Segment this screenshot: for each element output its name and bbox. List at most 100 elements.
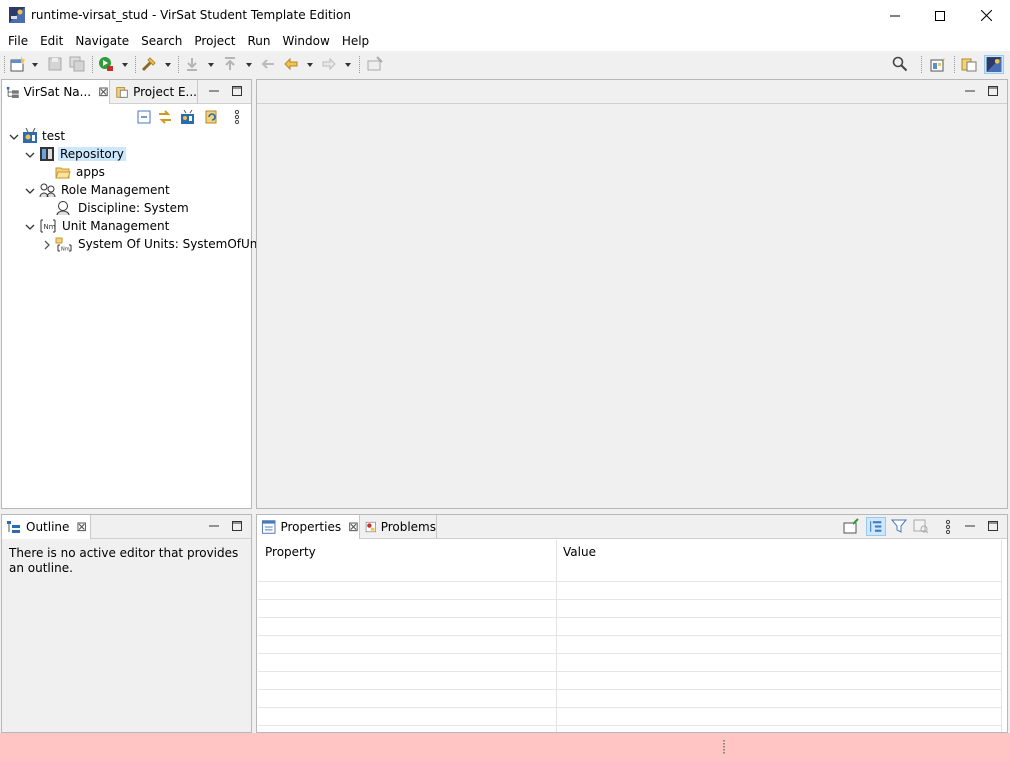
- tree-item-label: System Of Units: SystemOfUnits: [78, 237, 272, 251]
- tab-virsat-navigator[interactable]: VirSat Na... ⊠: [2, 80, 110, 104]
- minimize-view-icon[interactable]: [963, 84, 977, 98]
- filter-icon[interactable]: [180, 109, 196, 125]
- tab-label: Properties: [280, 520, 342, 534]
- editor-tab-bar: [257, 80, 1007, 104]
- maximize-view-icon[interactable]: [986, 519, 1000, 533]
- close-tab-icon[interactable]: ⊠: [348, 520, 359, 535]
- show-categories-icon[interactable]: [866, 517, 886, 536]
- forward-icon: [322, 57, 336, 71]
- repository-icon: [40, 147, 54, 161]
- minimize-view-icon[interactable]: [207, 84, 221, 98]
- minimize-icon: [890, 15, 900, 16]
- tab-label: Outline: [26, 520, 70, 534]
- tab-properties[interactable]: Properties ⊠: [257, 515, 360, 539]
- close-button[interactable]: [963, 0, 1009, 31]
- menu-file[interactable]: File: [2, 31, 34, 51]
- maximize-icon: [935, 10, 945, 21]
- svg-text:Nm: Nm: [61, 247, 70, 253]
- chevron-down-icon[interactable]: [25, 186, 35, 196]
- save-icon: [48, 57, 62, 71]
- run-dropdown-icon[interactable]: [122, 63, 128, 67]
- filter-icon[interactable]: [891, 518, 907, 534]
- tree-item-label: test: [42, 129, 66, 143]
- tab-problems[interactable]: Problems: [361, 515, 437, 539]
- new-dropdown-icon[interactable]: [32, 63, 38, 67]
- maximize-view-icon[interactable]: [986, 84, 1000, 98]
- maximize-view-icon[interactable]: [230, 519, 244, 533]
- tree-item-label: apps: [76, 165, 105, 179]
- run-icon[interactable]: [98, 56, 114, 72]
- tree-item-unit-management[interactable]: Nm Unit Management: [39, 217, 171, 235]
- close-icon: [980, 10, 992, 21]
- back-icon[interactable]: [283, 56, 299, 72]
- external-tools-icon[interactable]: [141, 56, 157, 72]
- tree-item-role-management[interactable]: Role Management: [39, 181, 172, 199]
- previous-annotation-dropdown-icon: [246, 63, 252, 67]
- back-dropdown-icon[interactable]: [307, 63, 313, 67]
- svg-text:Nm: Nm: [44, 223, 56, 231]
- menu-run[interactable]: Run: [241, 31, 276, 51]
- tab-label: VirSat Na...: [23, 85, 92, 99]
- problems-icon: [365, 521, 376, 533]
- tree-item-system-of-units[interactable]: Nm System Of Units: SystemOfUnits: [55, 235, 274, 253]
- link-with-editor-icon[interactable]: [157, 109, 173, 125]
- minimize-view-icon[interactable]: [963, 519, 977, 533]
- unit-management-icon: Nm: [40, 219, 56, 233]
- maximize-button[interactable]: [917, 0, 963, 31]
- collapse-all-icon[interactable]: [136, 109, 152, 125]
- table-row-line: [258, 599, 1001, 600]
- external-tools-dropdown-icon[interactable]: [165, 63, 171, 67]
- close-tab-icon[interactable]: ⊠: [76, 520, 87, 535]
- tree-item-label: Unit Management: [62, 219, 170, 233]
- maximize-view-icon[interactable]: [230, 84, 244, 98]
- table-row-line: [258, 671, 1001, 672]
- view-menu-icon[interactable]: [945, 519, 951, 535]
- menu-project[interactable]: Project: [188, 31, 241, 51]
- tab-project-explorer[interactable]: Project E...: [111, 80, 198, 104]
- pin-view-icon[interactable]: [843, 518, 859, 534]
- chevron-down-icon[interactable]: [25, 150, 35, 160]
- close-tab-icon[interactable]: ⊠: [98, 85, 109, 100]
- status-bar: [0, 733, 1010, 761]
- role-management-icon: [39, 183, 56, 198]
- properties-table-header: Property Value: [257, 540, 1002, 581]
- minimize-button[interactable]: [872, 0, 918, 31]
- table-row-line: [258, 617, 1001, 618]
- tree-item-repository[interactable]: Repository: [39, 145, 126, 163]
- menu-window[interactable]: Window: [276, 31, 335, 51]
- window-title: runtime-virsat_stud - VirSat Student Tem…: [31, 8, 351, 22]
- table-row-line: [258, 635, 1001, 636]
- menu-help[interactable]: Help: [336, 31, 375, 51]
- menu-edit[interactable]: Edit: [34, 31, 69, 51]
- status-bar-grip[interactable]: [723, 740, 725, 754]
- discipline-icon: [56, 201, 70, 216]
- chevron-down-icon[interactable]: [25, 222, 35, 232]
- editor-area: [256, 79, 1008, 509]
- next-annotation-icon: [187, 58, 197, 71]
- column-header-value[interactable]: Value: [563, 545, 596, 559]
- sync-icon[interactable]: [203, 109, 219, 125]
- tab-outline[interactable]: Outline ⊠: [2, 515, 91, 539]
- menu-navigate[interactable]: Navigate: [69, 31, 135, 51]
- table-row-line: [258, 707, 1001, 708]
- tree-item-test[interactable]: test: [22, 127, 67, 145]
- open-perspective-icon[interactable]: [930, 56, 946, 72]
- virsat-perspective-icon[interactable]: [984, 55, 1004, 74]
- tree-item-apps[interactable]: apps: [55, 163, 107, 181]
- chevron-right-icon[interactable]: [42, 240, 52, 250]
- toolbar-separator: [178, 56, 179, 73]
- menu-search[interactable]: Search: [135, 31, 188, 51]
- outline-panel: Outline ⊠ There is no active editor that…: [1, 514, 252, 733]
- view-menu-icon[interactable]: [234, 109, 240, 125]
- project-icon: [23, 128, 37, 143]
- resource-perspective-icon[interactable]: [961, 56, 977, 72]
- new-icon[interactable]: [10, 56, 26, 72]
- column-header-property[interactable]: Property: [265, 545, 316, 559]
- outline-message: There is no active editor that provides …: [9, 546, 239, 575]
- navigator-tab-bar: VirSat Na... ⊠ Project E...: [2, 80, 251, 104]
- minimize-view-icon[interactable]: [207, 519, 221, 533]
- main-toolbar: [0, 51, 1010, 78]
- tree-item-discipline-system[interactable]: Discipline: System: [55, 199, 191, 217]
- search-icon[interactable]: [892, 56, 908, 72]
- chevron-down-icon[interactable]: [9, 132, 19, 142]
